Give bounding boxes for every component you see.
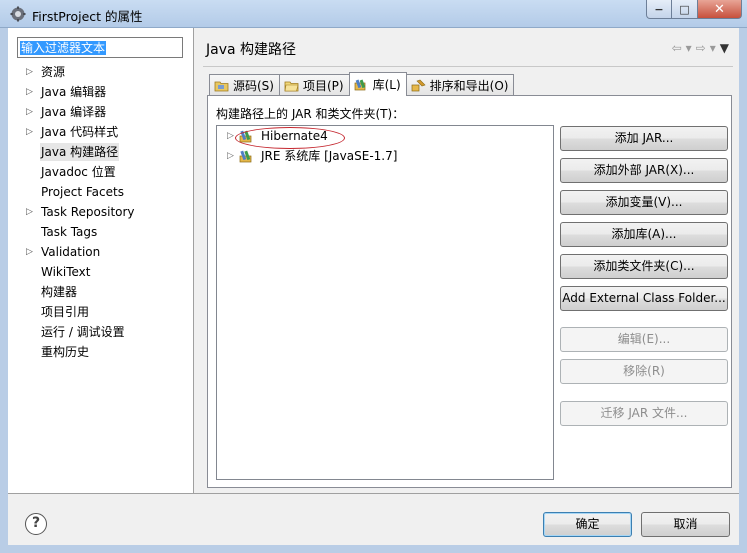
library-icon (239, 150, 252, 163)
library-icon (354, 79, 365, 91)
cancel-button[interactable]: 取消 (641, 512, 730, 537)
tab-projects[interactable]: 项目(P) (278, 74, 350, 96)
sidebar-item-label: Task Repository (41, 205, 135, 219)
window-frame-left (0, 28, 8, 553)
back-arrow-icon[interactable]: ⇦ (672, 41, 682, 55)
view-menu-icon[interactable]: ▼ (720, 41, 729, 55)
project-folder-icon (284, 81, 299, 92)
page-navigation: ⇦ ▾ ⇨ ▾ ▼ (672, 41, 729, 55)
minimize-button[interactable]: − (646, 0, 672, 19)
migrate-jar-button[interactable]: 迁移 JAR 文件... (560, 401, 728, 426)
tab-strip: 源码(S) 项目(P) 库(L) 排序和导出(O) (209, 72, 515, 96)
libraries-label: 构建路径上的 JAR 和类文件夹(T)： (216, 107, 405, 121)
help-icon[interactable]: ? (25, 513, 47, 535)
window-frame-bottom (0, 545, 747, 553)
sidebar-item[interactable]: 重构历史 (8, 343, 194, 361)
window-title: FirstProject 的属性 (32, 9, 143, 24)
page-title: Java 构建路径 (206, 42, 297, 58)
expand-arrow-icon[interactable]: ▷ (26, 83, 33, 101)
expand-arrow-icon[interactable]: ▷ (26, 123, 33, 141)
sidebar-item[interactable]: 项目引用 (8, 303, 194, 321)
sidebar-item[interactable]: 构建器 (8, 283, 194, 301)
sidebar-item-label: 资源 (41, 65, 66, 79)
sidebar-item-label: Javadoc 位置 (41, 165, 116, 179)
library-item-label: JRE 系统库 [JavaSE-1.7] (261, 149, 398, 163)
sidebar-item-label: Java 编辑器 (41, 85, 107, 99)
sidebar-item-label: Java 代码样式 (41, 125, 119, 139)
sidebar-item-label: Java 编译器 (41, 105, 107, 119)
window-frame-right (739, 28, 747, 553)
expand-arrow-icon[interactable]: ▷ (26, 203, 33, 221)
sidebar-item[interactable]: ▷ Java 代码样式 (8, 123, 194, 141)
annotation-ellipse (235, 127, 345, 149)
eclipse-gear-icon (10, 6, 26, 22)
expand-arrow-icon[interactable]: ▷ (227, 127, 234, 145)
sidebar-item-label: WikiText (41, 265, 91, 279)
libraries-tab-content: 构建路径上的 JAR 和类文件夹(T)： ▷ Hibernate4 ▷ JRE … (207, 95, 732, 488)
sidebar-item-label: Java 构建路径 (40, 143, 120, 161)
sidebar-item-label: 构建器 (41, 285, 78, 299)
edit-button[interactable]: 编辑(E)... (560, 327, 728, 352)
tab-order-export[interactable]: 排序和导出(O) (405, 74, 515, 96)
tab-source-label: 源码(S) (233, 79, 274, 93)
title-divider (203, 66, 733, 67)
dialog-client-area: 输入过滤器文本 ▷ 资源 ▷ Java 编辑器 ▷ Java 编译器 ▷ Java 代码样式 J… (8, 28, 739, 545)
sidebar-item-label: 项目引用 (41, 305, 90, 319)
sidebar-item-label: 运行 / 调试设置 (41, 325, 125, 339)
maximize-button[interactable]: □ (672, 0, 698, 19)
forward-arrow-icon[interactable]: ⇨ (696, 41, 706, 55)
tab-order-export-label: 排序和导出(O) (429, 79, 509, 93)
expand-arrow-icon[interactable]: ▷ (227, 147, 234, 165)
sidebar-item-label: Project Facets (41, 185, 124, 199)
tab-projects-label: 项目(P) (302, 79, 344, 93)
property-pages-panel: 输入过滤器文本 ▷ 资源 ▷ Java 编辑器 ▷ Java 编译器 ▷ Java 代码样式 J… (8, 28, 194, 493)
tab-libraries-label: 库(L) (372, 78, 401, 92)
footer-divider (8, 493, 739, 494)
remove-button[interactable]: 移除(R) (560, 359, 728, 384)
add-external-class-folder-button[interactable]: Add External Class Folder... (560, 286, 728, 311)
expand-arrow-icon[interactable]: ▷ (26, 103, 33, 121)
build-path-page: Java 构建路径 ⇦ ▾ ⇨ ▾ ▼ 源码(S) 项目(P) 库(L) 排序和… (195, 28, 739, 493)
add-class-folder-button[interactable]: 添加类文件夹(C)... (560, 254, 728, 279)
sidebar-item[interactable]: ▷ Java 编辑器 (8, 83, 194, 101)
add-library-button[interactable]: 添加库(A)... (560, 222, 728, 247)
filter-input-text: 输入过滤器文本 (20, 41, 107, 55)
sidebar-item[interactable]: 运行 / 调试设置 (8, 323, 194, 341)
ok-button[interactable]: 确定 (543, 512, 632, 537)
library-item-hibernate4[interactable]: ▷ Hibernate4 (217, 127, 417, 149)
sidebar-item-label: Validation (41, 245, 101, 259)
sidebar-item[interactable]: ▷ 资源 (8, 63, 194, 81)
source-folder-icon (214, 81, 229, 92)
close-button[interactable]: ✕ (698, 0, 742, 19)
tab-libraries[interactable]: 库(L) (348, 72, 407, 96)
order-export-icon (411, 79, 426, 92)
back-menu-chevron-icon[interactable]: ▾ (686, 41, 692, 55)
sidebar-item-label: Task Tags (41, 225, 98, 239)
forward-menu-chevron-icon[interactable]: ▾ (710, 41, 716, 55)
tab-source[interactable]: 源码(S) (209, 74, 280, 96)
expand-arrow-icon[interactable]: ▷ (26, 63, 33, 81)
sidebar-item[interactable]: ▷ Task Repository (8, 203, 194, 221)
add-jar-button[interactable]: 添加 JAR... (560, 126, 728, 151)
sidebar-item[interactable]: Javadoc 位置 (8, 163, 194, 181)
sidebar-item[interactable]: Java 构建路径 (8, 143, 194, 161)
title-bar: FirstProject 的属性 − □ ✕ (0, 0, 747, 28)
sidebar-item[interactable]: ▷ Java 编译器 (8, 103, 194, 121)
sidebar-item[interactable]: ▷ Validation (8, 243, 194, 261)
library-item-jre[interactable]: ▷ JRE 系统库 [JavaSE-1.7] (217, 147, 477, 165)
libraries-tree[interactable]: ▷ Hibernate4 ▷ JRE 系统库 [JavaSE-1.7] (216, 125, 554, 480)
add-variable-button[interactable]: 添加变量(V)... (560, 190, 728, 215)
expand-arrow-icon[interactable]: ▷ (26, 243, 33, 261)
filter-input[interactable]: 输入过滤器文本 (17, 37, 183, 58)
sidebar-item-label: 重构历史 (41, 345, 90, 359)
add-external-jar-button[interactable]: 添加外部 JAR(X)... (560, 158, 728, 183)
window-controls: − □ ✕ (646, 0, 742, 20)
sidebar-item[interactable]: WikiText (8, 263, 194, 281)
sidebar-item[interactable]: Project Facets (8, 183, 194, 201)
sidebar-item[interactable]: Task Tags (8, 223, 194, 241)
